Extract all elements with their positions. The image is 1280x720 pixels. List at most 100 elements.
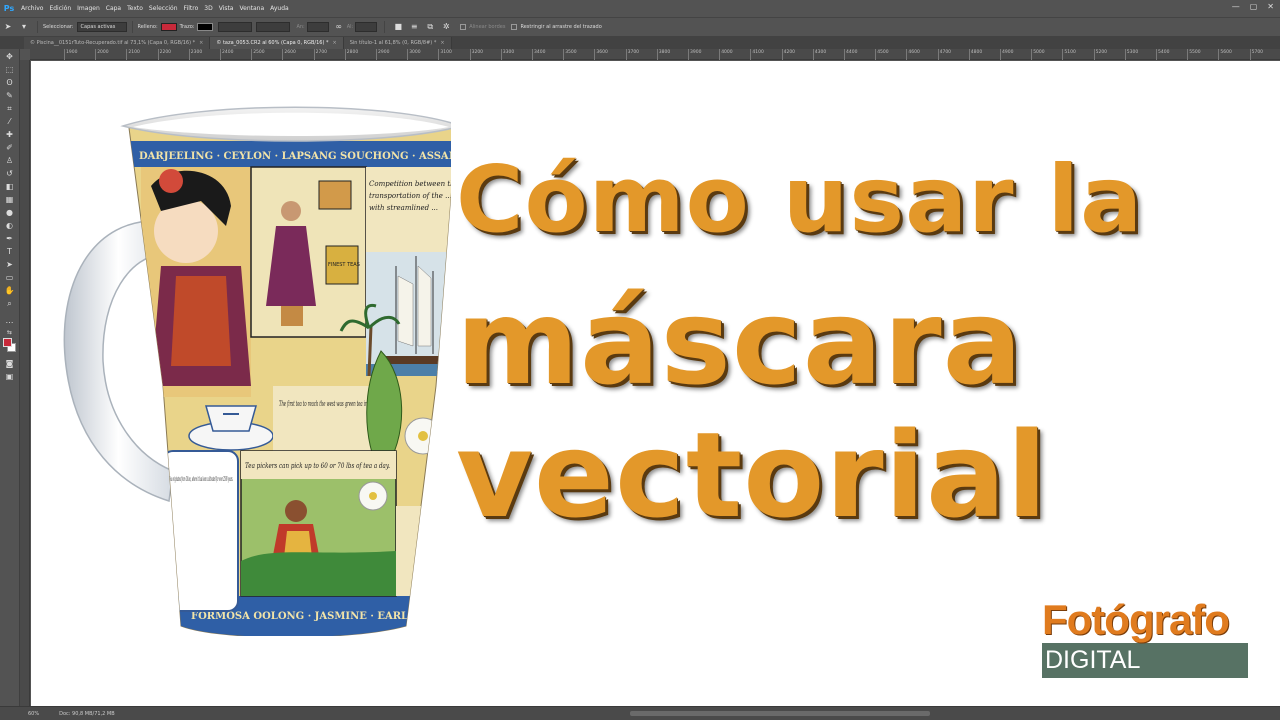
- close-icon[interactable]: ×: [440, 40, 444, 46]
- rectangle-tool-icon[interactable]: ▭: [3, 272, 16, 283]
- ruler-tick: 4600: [906, 49, 920, 60]
- move-tool-icon[interactable]: ✥: [3, 51, 16, 62]
- zoom-tool-icon[interactable]: ⌕: [3, 298, 16, 309]
- path-operations-icon[interactable]: ■: [393, 22, 403, 32]
- width-field[interactable]: [306, 21, 329, 32]
- menu-ayuda[interactable]: Ayuda: [267, 5, 292, 12]
- zoom-level[interactable]: 60%: [28, 711, 39, 717]
- blur-tool-icon[interactable]: ●: [3, 207, 16, 218]
- swap-colors-icon[interactable]: ⇆: [3, 327, 16, 338]
- menu-capa[interactable]: Capa: [103, 5, 124, 12]
- select-layers-dropdown[interactable]: Capas activas: [76, 21, 127, 32]
- mug-text-6: Tea originates from China, where it has …: [169, 476, 233, 483]
- ruler-tick: 2700: [313, 49, 327, 60]
- type-tool-icon[interactable]: T: [3, 246, 16, 257]
- menu-ventana[interactable]: Ventana: [236, 5, 267, 12]
- menu-archivo[interactable]: Archivo: [18, 5, 46, 12]
- ruler-tick: 2100: [126, 49, 140, 60]
- maximize-icon[interactable]: ▢: [1250, 2, 1258, 11]
- pen-tool-icon[interactable]: ✒: [3, 233, 16, 244]
- mug-text-1: Competition between the ...: [369, 180, 451, 188]
- clone-stamp-tool-icon[interactable]: ♙: [3, 155, 16, 166]
- menu-edicion[interactable]: Edición: [46, 5, 74, 12]
- align-edges-checkbox[interactable]: [460, 23, 467, 30]
- eyedropper-tool-icon[interactable]: ⁄: [3, 116, 16, 127]
- document-tabs: © Piscina__0151rTuto-Recuperado.tif al 7…: [0, 36, 1280, 49]
- menu-texto[interactable]: Texto: [124, 5, 146, 12]
- crate-label: FINEST TEAS: [328, 262, 360, 268]
- crop-tool-icon[interactable]: ⌗: [3, 103, 16, 114]
- link-icon[interactable]: ∞: [334, 22, 344, 32]
- minimize-icon[interactable]: —: [1232, 2, 1240, 11]
- tools-panel: ✥ ⬚ ʘ ✎ ⌗ ⁄ ✚ ✐ ♙ ↺ ◧ ▦ ● ◐ ✒ T ➤ ▭ ✋ ⌕ …: [0, 49, 20, 706]
- stroke-label: Trazo:: [179, 23, 195, 30]
- eraser-tool-icon[interactable]: ◧: [3, 181, 16, 192]
- chevron-down-icon[interactable]: ▾: [19, 22, 29, 32]
- logo-bottom-text: DIGITAL: [1042, 643, 1248, 678]
- ruler-tick: 3600: [594, 49, 608, 60]
- headline-line-1: Cómo usar la: [456, 146, 1144, 253]
- hand-tool-icon[interactable]: ✋: [3, 285, 16, 296]
- select-label: Seleccionar:: [43, 23, 74, 30]
- constrain-path-checkbox[interactable]: [511, 23, 518, 30]
- history-brush-tool-icon[interactable]: ↺: [3, 168, 16, 179]
- marquee-tool-icon[interactable]: ⬚: [3, 64, 16, 75]
- screen-mode-icon[interactable]: ▣: [3, 371, 16, 382]
- dodge-tool-icon[interactable]: ◐: [3, 220, 16, 231]
- horizontal-scrollbar[interactable]: [630, 711, 930, 716]
- horizontal-ruler: 1900 2000 2100 2200 2300 2400 2500 2600 2700 2800…: [30, 49, 1280, 60]
- foreground-color-swatch[interactable]: [3, 338, 12, 347]
- divider: [384, 20, 386, 33]
- fill-label: Relleno:: [137, 23, 158, 30]
- quick-mask-icon[interactable]: ◙: [3, 358, 16, 369]
- document-canvas[interactable]: DARJEELING · CEYLON · LAPSANG SOUCHONG ·…: [31, 61, 1280, 706]
- fotografo-digital-logo: Fotógrafo DIGITAL: [1042, 597, 1248, 678]
- ruler-tick: 4000: [719, 49, 733, 60]
- stroke-color-swatch[interactable]: [197, 22, 214, 31]
- fill-color-swatch[interactable]: [160, 22, 177, 31]
- ruler-tick: 4100: [750, 49, 764, 60]
- gradient-tool-icon[interactable]: ▦: [3, 194, 16, 205]
- select-layers-value: Capas activas: [80, 23, 116, 30]
- close-icon[interactable]: ×: [333, 40, 337, 46]
- tab-piscina[interactable]: © Piscina__0151rTuto-Recuperado.tif al 7…: [24, 37, 211, 49]
- path-alignment-icon[interactable]: ≡: [409, 22, 419, 32]
- menu-filtro[interactable]: Filtro: [181, 5, 202, 12]
- stroke-width-field[interactable]: [218, 21, 253, 32]
- ruler-tick: 2300: [188, 49, 202, 60]
- mug-bottom-band: FORMOSA OOLONG · JASMINE · EARL: [191, 611, 408, 622]
- lasso-tool-icon[interactable]: ʘ: [3, 77, 16, 88]
- close-icon[interactable]: ×: [199, 40, 203, 46]
- close-icon[interactable]: ✕: [1267, 2, 1274, 11]
- quick-selection-tool-icon[interactable]: ✎: [3, 90, 16, 101]
- ruler-tick: 5200: [1093, 49, 1107, 60]
- gear-icon[interactable]: ✲: [441, 22, 451, 32]
- mug-text-3: with streamlined ...: [369, 204, 438, 212]
- window-controls: — ▢ ✕: [1232, 2, 1274, 11]
- menu-seleccion[interactable]: Selección: [146, 5, 181, 12]
- ruler-tick: 3800: [656, 49, 670, 60]
- logo-top-text: Fotógrafo: [1042, 596, 1230, 643]
- mug-text-4: The first tea to reach the west was gree…: [279, 400, 379, 408]
- tab-taza[interactable]: © taza_0053.CR2 al 60% (Capa 0, RGB/16) …: [210, 37, 344, 49]
- brush-tool-icon[interactable]: ✐: [3, 142, 16, 153]
- path-arrangement-icon[interactable]: ⧉: [425, 22, 435, 32]
- height-field[interactable]: [355, 21, 378, 32]
- headline-line-3: vectorial: [456, 406, 1049, 544]
- ruler-tick: 5700: [1249, 49, 1263, 60]
- menu-3d[interactable]: 3D: [201, 5, 215, 12]
- path-selection-tool-icon[interactable]: ➤: [3, 259, 16, 270]
- divider: [37, 20, 38, 33]
- photoshop-logo-icon: Ps: [3, 4, 15, 13]
- healing-brush-tool-icon[interactable]: ✚: [3, 129, 16, 140]
- menu-vista[interactable]: Vista: [216, 5, 237, 12]
- more-tools-icon[interactable]: …: [3, 315, 16, 326]
- stroke-type-dropdown[interactable]: [256, 21, 291, 32]
- document-info[interactable]: Doc: 90,8 MB/71,2 MB: [59, 711, 115, 717]
- mug-text-5: Tea pickers can pick up to 60 or 70 lbs …: [245, 462, 390, 470]
- menu-imagen[interactable]: Imagen: [74, 5, 103, 12]
- ruler-tick: 4300: [812, 49, 826, 60]
- ruler-tick: 2600: [282, 49, 296, 60]
- path-selection-tool-icon[interactable]: ➤: [3, 22, 13, 32]
- tab-sin-titulo[interactable]: Sin título-1 al 61,8% (0, RGB/8#) * ×: [343, 37, 452, 49]
